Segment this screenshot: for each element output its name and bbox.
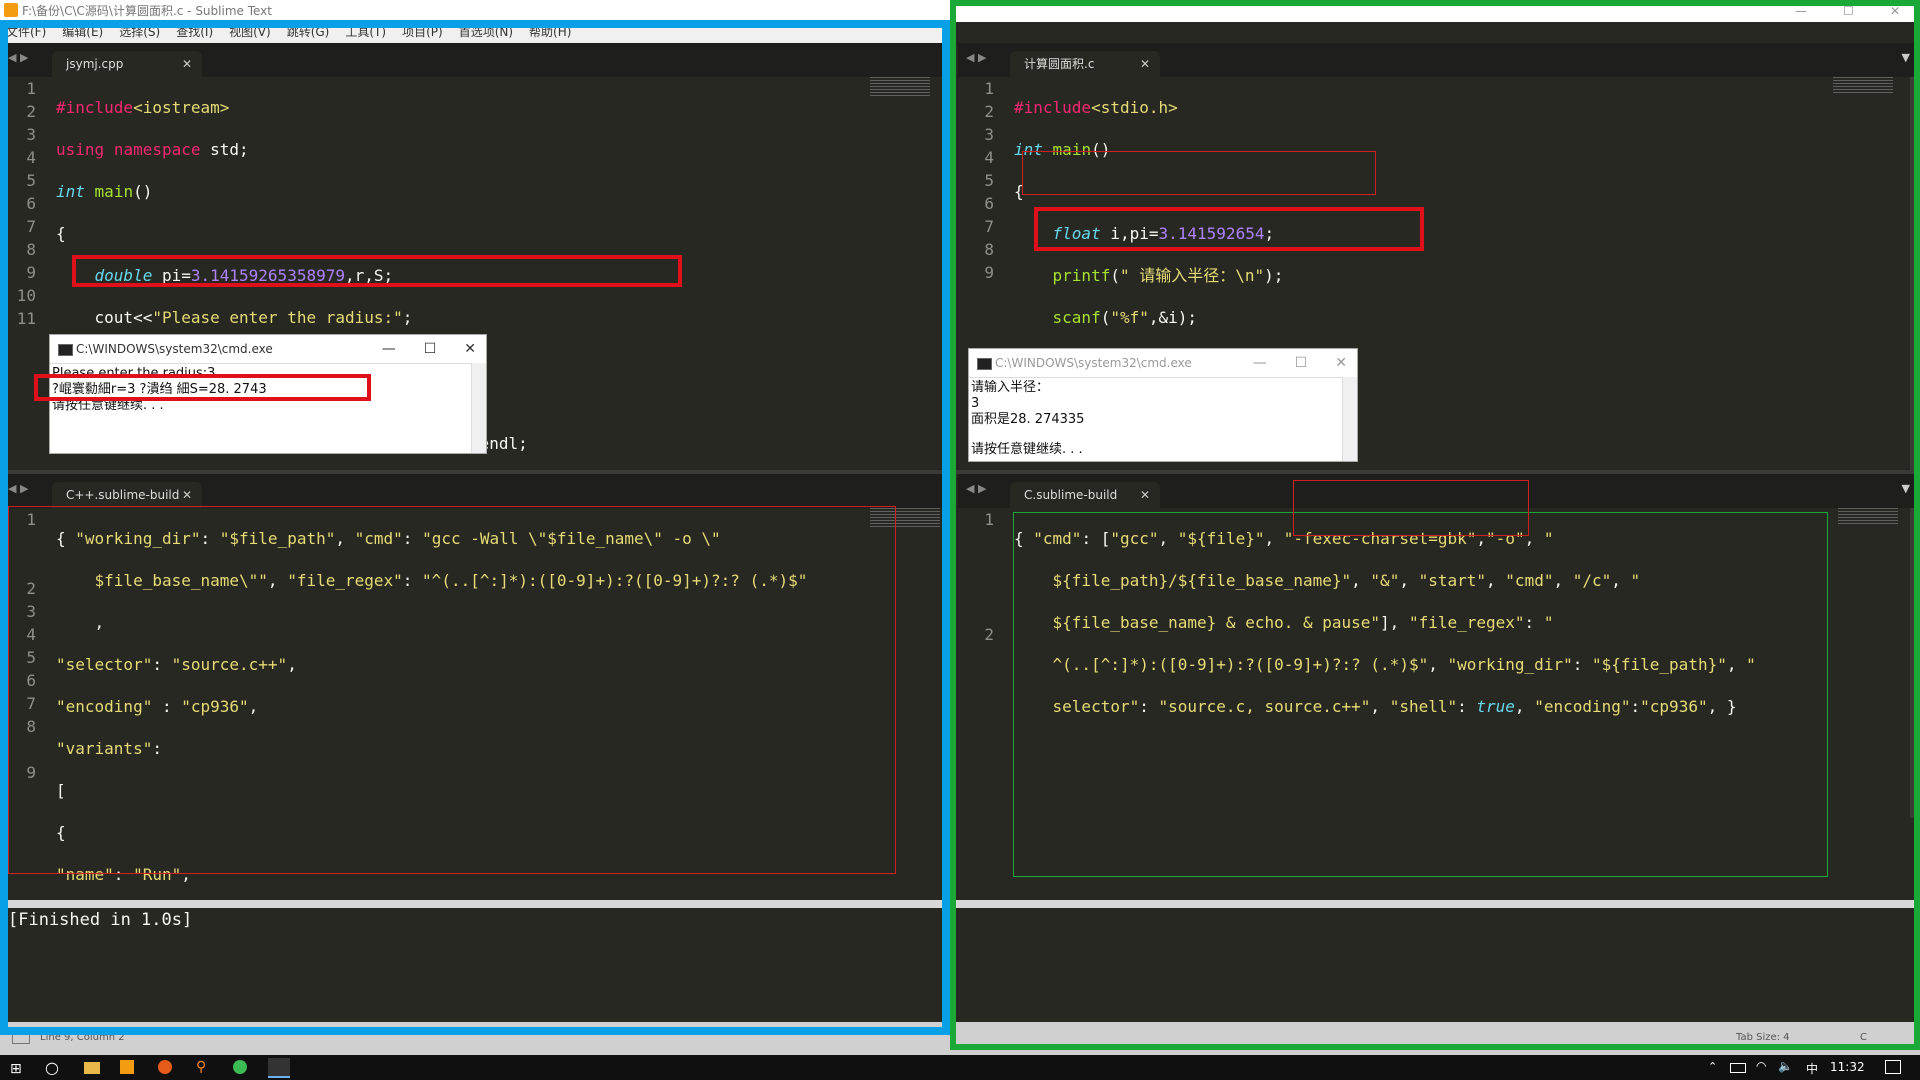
volume-icon[interactable]: 🔈 (1778, 1059, 1793, 1073)
ime-indicator[interactable]: 中 (1806, 1060, 1818, 1077)
wifi-icon[interactable]: ◠ (1756, 1059, 1766, 1073)
chevron-up-icon[interactable]: ⌃ (1708, 1060, 1717, 1073)
search-icon[interactable]: ○ (45, 1058, 59, 1077)
battery-icon[interactable] (1730, 1063, 1746, 1073)
firefox-icon[interactable] (158, 1060, 172, 1074)
panel-switch-icon[interactable] (12, 1034, 30, 1044)
sublime-logo-icon (4, 3, 18, 17)
sublime-taskbar-icon[interactable] (120, 1060, 134, 1074)
window-title: F:\备份\C\C源码\计算圆面积.c - Sublime Text (22, 4, 272, 18)
file-explorer-icon[interactable] (84, 1062, 100, 1074)
taskbar: ⊞ ○ ⚲ ⌃ ◠ 🔈 中 11:32 (0, 1055, 1920, 1080)
notification-icon[interactable] (1885, 1060, 1901, 1074)
cmd-taskbar-icon[interactable] (268, 1058, 290, 1078)
windows-start-icon[interactable]: ⊞ (10, 1061, 22, 1077)
chrome-icon[interactable] (233, 1060, 247, 1074)
search-app-icon[interactable]: ⚲ (196, 1059, 206, 1075)
green-annotation-box (950, 0, 1920, 1050)
blue-annotation-box (0, 20, 950, 1035)
clock[interactable]: 11:32 (1830, 1060, 1865, 1074)
